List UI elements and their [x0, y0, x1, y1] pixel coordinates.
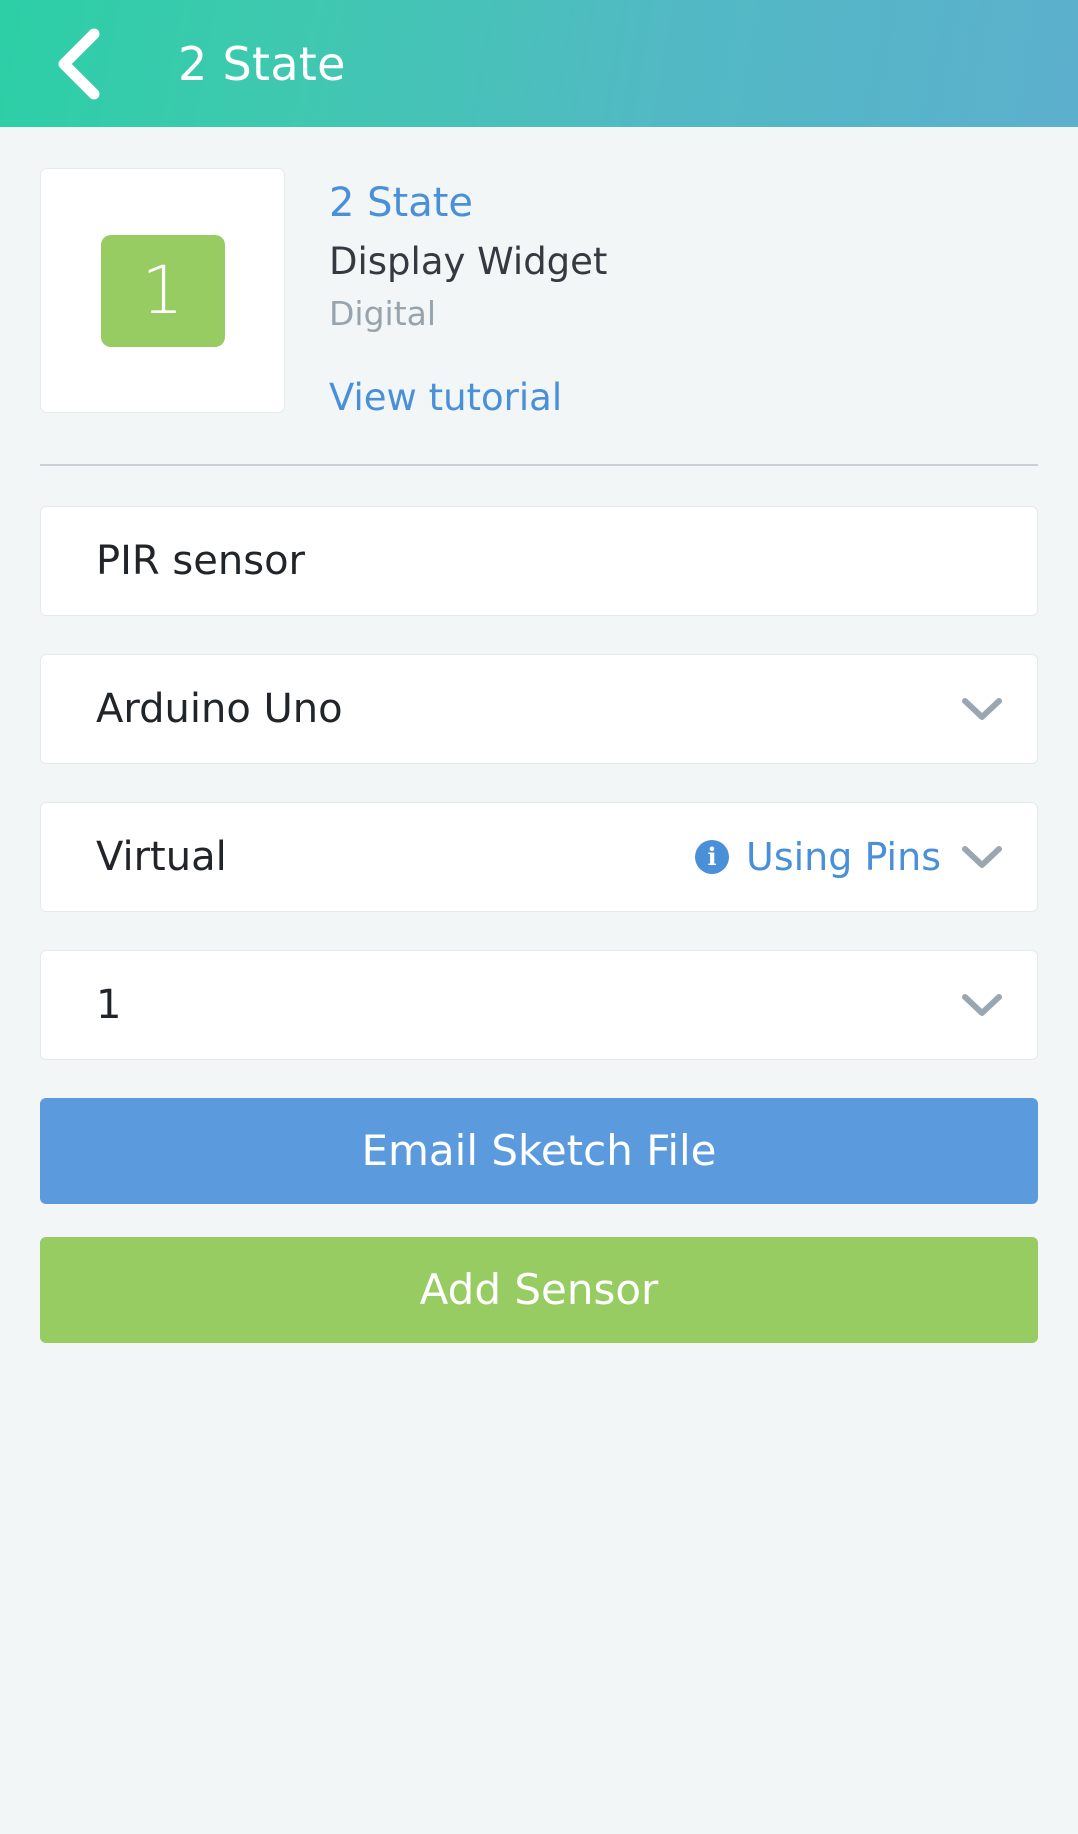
chevron-left-icon [52, 26, 102, 102]
using-pins-label: Using Pins [746, 834, 941, 879]
sensor-name-value[interactable]: PIR sensor [96, 541, 1005, 581]
back-button[interactable] [52, 28, 112, 100]
screen-content: 1 2 State Display Widget Digital View tu… [0, 127, 1078, 1834]
widget-type: Display Widget [329, 240, 608, 283]
chevron-down-icon[interactable] [959, 686, 1005, 732]
widget-settings-screen: 2 State 1 2 State Display Widget Digital… [0, 0, 1078, 1834]
action-buttons: Email Sketch File Add Sensor [0, 1097, 1078, 1343]
settings-form: PIR sensor Arduino Uno Virtual i Using P… [0, 466, 1078, 1060]
board-select-value: Arduino Uno [96, 688, 343, 729]
pin-type-right: i Using Pins [695, 834, 1005, 880]
pin-number-value: 1 [96, 984, 122, 1025]
chevron-down-icon[interactable] [959, 834, 1005, 880]
board-select-field[interactable]: Arduino Uno [40, 653, 1038, 764]
using-pins-link[interactable]: i Using Pins [695, 838, 941, 876]
pin-number-field[interactable]: 1 [40, 949, 1038, 1060]
widget-summary: 1 2 State Display Widget Digital View tu… [0, 127, 1078, 420]
add-sensor-label: Add Sensor [419, 1264, 659, 1314]
widget-preview-card: 1 [40, 168, 285, 413]
info-icon: i [695, 839, 730, 874]
widget-preview-value: 1 [141, 251, 184, 329]
pin-type-field[interactable]: Virtual i Using Pins [40, 801, 1038, 912]
chevron-down-icon[interactable] [959, 982, 1005, 1028]
widget-kind: Digital [329, 294, 437, 334]
app-header: 2 State [0, 0, 1078, 127]
pin-type-value: Virtual [96, 836, 227, 877]
widget-meta: 2 State Display Widget Digital View tuto… [329, 168, 607, 420]
add-sensor-button[interactable]: Add Sensor [40, 1236, 1038, 1343]
board-select-right [959, 686, 1005, 732]
pin-number-right [959, 982, 1005, 1028]
bottom-spacer [0, 1343, 1078, 1834]
widget-preview-tile: 1 [100, 234, 225, 347]
email-sketch-file-label: Email Sketch File [361, 1125, 717, 1175]
view-tutorial-link[interactable]: View tutorial [329, 376, 562, 420]
page-title: 2 State [178, 36, 346, 91]
email-sketch-file-button[interactable]: Email Sketch File [40, 1097, 1038, 1204]
sensor-name-field[interactable]: PIR sensor [40, 505, 1038, 616]
widget-name: 2 State [329, 180, 474, 226]
